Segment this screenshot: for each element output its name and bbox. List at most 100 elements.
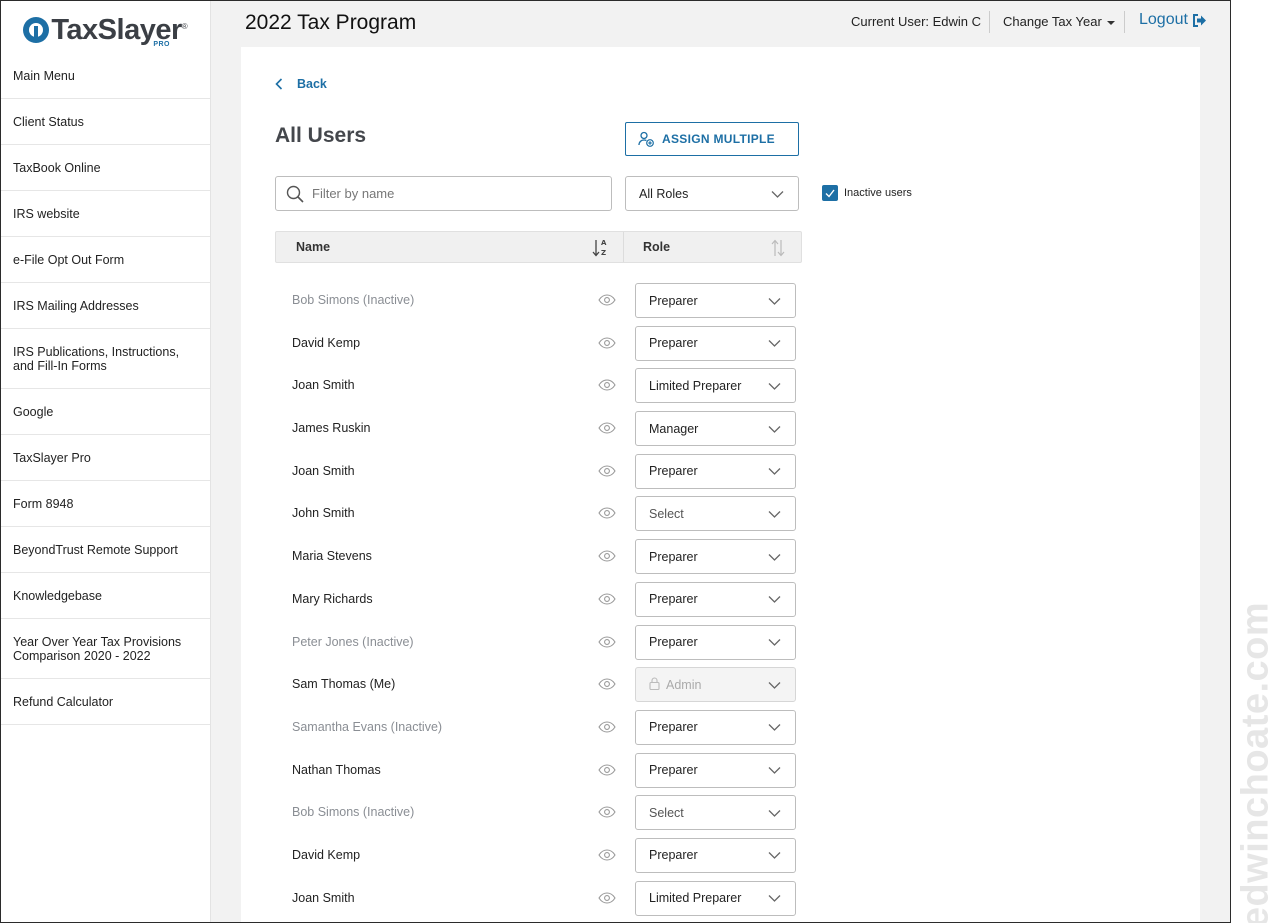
view-eye-icon[interactable] [598,891,616,909]
sidebar-item-label: BeyondTrust Remote Support [13,542,178,557]
filter-by-name-field[interactable] [275,176,612,211]
sidebar-item-label: Year Over Year Tax Provisions Comparison… [13,634,182,663]
change-tax-year-dropdown[interactable]: Change Tax Year [1003,14,1115,29]
view-eye-icon[interactable] [598,677,616,695]
users-table-header: Name AZ Role [275,231,802,263]
user-row: Mary Richards Preparer [275,579,805,622]
user-row: Joan Smith Preparer [275,451,805,494]
chevron-down-icon [768,337,781,352]
svg-text:Z: Z [601,249,606,257]
chevron-down-icon [768,849,781,864]
role-select[interactable]: Preparer [635,624,796,660]
assign-multiple-label: ASSIGN MULTIPLE [662,132,775,146]
view-eye-icon[interactable] [598,635,616,653]
back-link[interactable]: Back [275,77,327,91]
role-select[interactable]: Limited Preparer [635,368,796,404]
role-value: Preparer [649,720,698,735]
sidebar-item-year-over-year[interactable]: Year Over Year Tax Provisions Comparison… [1,619,210,679]
column-divider [623,232,624,262]
role-value: Admin [666,677,702,692]
role-select: Admin [635,667,796,703]
column-header-role[interactable]: Role [643,240,670,254]
view-eye-icon[interactable] [598,464,616,482]
view-eye-icon[interactable] [598,549,616,567]
role-value: Preparer [649,635,698,649]
role-select[interactable]: Preparer [635,325,796,361]
all-roles-select[interactable]: All Roles [625,176,799,211]
role-select[interactable]: Preparer [635,752,796,788]
sidebar-item-label: Google [13,404,54,419]
top-header: 2022 Tax Program Current User: Edwin C C… [212,1,1230,46]
search-icon [286,185,304,203]
sidebar-item-main-menu[interactable]: Main Menu [1,53,210,99]
sidebar-item-knowledgebase[interactable]: Knowledgebase [1,573,210,619]
assign-multiple-button[interactable]: ASSIGN MULTIPLE [625,122,799,156]
user-name: Bob Simons (Inactive) [292,805,415,820]
view-eye-icon[interactable] [598,805,616,823]
role-select[interactable]: Preparer [635,453,796,489]
change-tax-year-label: Change Tax Year [1003,14,1102,29]
sidebar-item-label: TaxSlayer Pro [13,450,91,465]
role-select[interactable]: Preparer [635,581,796,617]
chevron-down-icon [768,807,781,822]
sidebar-item-google[interactable]: Google [1,389,210,435]
role-select[interactable]: Limited Preparer [635,880,796,916]
view-eye-icon[interactable] [598,293,616,311]
sidebar-item-efile-opt-out[interactable]: e-File Opt Out Form [1,237,210,283]
view-eye-icon[interactable] [598,421,616,439]
chevron-down-icon [768,423,781,438]
logo-pro-badge: PRO [153,41,170,48]
role-select[interactable]: Select [635,795,796,831]
view-eye-icon[interactable] [598,763,616,781]
role-value: Preparer [649,549,698,564]
view-eye-icon[interactable] [598,336,616,354]
sidebar-item-refund-calculator[interactable]: Refund Calculator [1,679,210,725]
view-eye-icon[interactable] [598,378,616,396]
user-row: Nathan Thomas Preparer [275,750,805,793]
sort-alpha-icon[interactable]: AZ [592,238,608,258]
sidebar-item-client-status[interactable]: Client Status [1,99,210,145]
sidebar-item-irs-website[interactable]: IRS website [1,191,210,237]
view-eye-icon[interactable] [598,848,616,866]
role-select[interactable]: Select [635,496,796,532]
role-select[interactable]: Preparer [635,709,796,745]
page-title: All Users [275,124,367,147]
view-eye-icon[interactable] [598,720,616,738]
header-divider [989,11,990,33]
view-eye-icon[interactable] [598,592,616,610]
sidebar-item-label: IRS Publications, Instructions, and Fill… [13,344,180,373]
sidebar-item-label: IRS website [13,206,80,221]
sidebar-item-label: IRS Mailing Addresses [13,298,139,313]
inactive-users-checkbox[interactable]: Inactive users [822,185,912,201]
user-row: James Ruskin Manager [275,408,805,451]
user-row: Joan Smith Limited Preparer [275,878,805,921]
user-row: Samantha Evans (Inactive) Preparer [275,707,805,750]
user-name: Maria Stevens [292,549,372,564]
chevron-down-icon [768,593,781,608]
role-value: Select [649,506,684,521]
taxslayer-logo[interactable]: TaxSlayer ® PRO [1,1,210,53]
users-panel: Back All Users ASSIGN MULTIPLE All Roles… [241,47,1200,922]
sidebar-item-taxbook-online[interactable]: TaxBook Online [1,145,210,191]
role-select[interactable]: Manager [635,411,796,447]
role-select[interactable]: Preparer [635,283,796,318]
sidebar: TaxSlayer ® PRO Main Menu Client Status … [1,1,211,922]
sidebar-item-taxslayer-pro[interactable]: TaxSlayer Pro [1,435,210,481]
sidebar-item-form-8948[interactable]: Form 8948 [1,481,210,527]
column-header-name[interactable]: Name [296,240,330,254]
role-select[interactable]: Preparer [635,539,796,575]
sort-icon[interactable] [771,238,785,258]
sidebar-item-irs-mailing-addresses[interactable]: IRS Mailing Addresses [1,283,210,329]
sidebar-item-beyondtrust[interactable]: BeyondTrust Remote Support [1,527,210,573]
user-row: Peter Jones (Inactive) Preparer [275,622,805,665]
assign-user-icon [638,131,654,147]
logo-mark-icon [23,17,50,43]
filter-by-name-input[interactable] [312,186,592,201]
chevron-down-icon [768,892,781,907]
logout-link[interactable]: Logout [1139,11,1207,29]
role-select[interactable]: Preparer [635,837,796,873]
user-row: David Kemp Preparer [275,323,805,366]
lock-icon [649,677,660,693]
sidebar-item-irs-publications[interactable]: IRS Publications, Instructions, and Fill… [1,329,210,389]
view-eye-icon[interactable] [598,506,616,524]
